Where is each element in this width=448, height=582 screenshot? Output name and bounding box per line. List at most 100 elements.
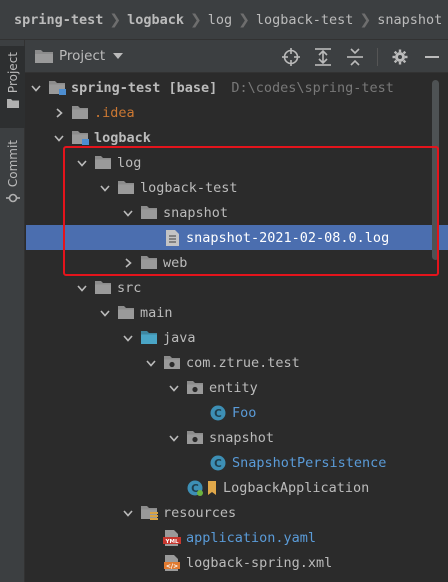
chevron-down-icon[interactable] (28, 80, 44, 96)
collapse-all-icon (347, 47, 363, 66)
chevron-right-icon[interactable] (51, 105, 67, 121)
chevron-down-icon[interactable] (143, 355, 159, 371)
tree-node-label: spring-test [base] (71, 79, 218, 96)
chevron-right-icon: ❯ (109, 11, 122, 28)
tree-node[interactable]: </> logback-spring.xml (26, 550, 448, 575)
folder-icon (6, 99, 19, 109)
spring-class-icon: C (186, 480, 218, 496)
chevron-down-icon[interactable] (120, 205, 136, 221)
breadcrumb: spring-test ❯ logback ❯ log ❯ logback-te… (0, 0, 448, 40)
tree-node-label: SnapshotPersistence (232, 454, 387, 471)
tree-node[interactable]: C Foo (26, 400, 448, 425)
left-tool-strip: Project Commit (0, 40, 25, 582)
chevron-down-icon[interactable] (74, 155, 90, 171)
chevron-right-icon: ❯ (238, 11, 250, 28)
expand-all-button[interactable] (307, 40, 339, 73)
chevron-down-icon[interactable] (97, 180, 113, 196)
package-icon (186, 430, 204, 446)
gear-icon (392, 49, 408, 64)
chevron-down-icon[interactable] (51, 130, 67, 146)
collapse-all-button[interactable] (339, 40, 371, 73)
chevron-right-icon: ❯ (359, 11, 372, 28)
tree-node[interactable]: C LogbackApplication (26, 475, 448, 500)
chevron-right-icon[interactable] (120, 255, 136, 271)
chevron-down-icon[interactable] (120, 505, 136, 521)
chevron-down-icon[interactable] (74, 280, 90, 296)
svg-text:C: C (214, 407, 222, 419)
tree-node-label: snapshot (209, 429, 275, 446)
tree-node-label: log (117, 154, 142, 171)
commit-tool-tab-label: Commit (5, 140, 20, 188)
xml-file-icon: </> (163, 554, 181, 571)
vertical-scrollbar[interactable] (432, 80, 439, 260)
breadcrumb-item-logback-test[interactable]: logback-test (256, 12, 354, 28)
module-folder-icon (71, 130, 89, 146)
project-folder-icon (35, 50, 53, 63)
tool-window-title: Project (59, 48, 106, 64)
tree-node-label: LogbackApplication (223, 479, 370, 496)
tree-node[interactable]: .idea (26, 100, 448, 125)
expand-all-icon (315, 47, 331, 66)
hide-button[interactable] (416, 40, 448, 73)
minimize-icon (425, 55, 439, 58)
tree-node-label: src (117, 279, 142, 296)
tree-node-label: application.yaml (186, 529, 317, 546)
chevron-down-icon[interactable] (166, 380, 182, 396)
tree-node[interactable]: snapshot (26, 425, 448, 450)
resources-folder-icon (140, 505, 158, 521)
tree-node[interactable]: entity (26, 375, 448, 400)
tree-node[interactable]: com.ztrue.test (26, 350, 448, 375)
select-opened-file-button[interactable] (275, 40, 307, 73)
folder-icon (117, 180, 135, 196)
svg-text:YML: YML (165, 539, 179, 545)
project-tool-window-header: Project (25, 40, 448, 73)
tree-node-label: entity (209, 379, 258, 396)
breadcrumb-item-spring-test[interactable]: spring-test (14, 12, 103, 28)
tree-node[interactable]: YML application.yaml (26, 525, 448, 550)
tree-node-label: resources (163, 504, 237, 521)
tree-node[interactable]: src (26, 275, 448, 300)
tree-node-label: Foo (232, 404, 257, 421)
commit-tool-tab[interactable]: Commit (0, 140, 25, 210)
options-button[interactable] (384, 40, 416, 73)
tree-node[interactable]: resources (26, 500, 448, 525)
chevron-down-icon[interactable] (166, 430, 182, 446)
folder-icon (71, 105, 89, 121)
tree-node[interactable]: java (26, 325, 448, 350)
breadcrumb-item-log[interactable]: log (208, 12, 232, 28)
crosshair-icon (282, 47, 300, 66)
folder-icon (140, 205, 158, 221)
package-icon (186, 380, 204, 396)
folder-icon (140, 255, 158, 271)
tree-node[interactable]: spring-test [base] D:\codes\spring-test (26, 75, 448, 100)
project-tree[interactable]: spring-test [base] D:\codes\spring-test .i… (26, 73, 448, 582)
chevron-down-icon[interactable] (97, 305, 113, 321)
tree-node[interactable]: logback (26, 125, 448, 150)
view-selector-dropdown[interactable] (113, 53, 124, 59)
project-tool-tab[interactable]: Project (0, 46, 25, 128)
breadcrumb-item-logback[interactable]: logback (127, 12, 184, 28)
tree-node-label: logback-spring.xml (186, 554, 333, 571)
tree-node-label: snapshot-2021-02-08.0.log (186, 229, 390, 246)
chevron-right-icon: ❯ (190, 11, 202, 28)
tree-node[interactable]: log (26, 150, 448, 175)
breadcrumb-item-snapshot[interactable]: snapshot (377, 12, 442, 28)
folder-icon (94, 155, 112, 171)
svg-text:</>: </> (166, 563, 178, 570)
tree-node-label: logback-test (140, 179, 238, 196)
tree-node[interactable]: main (26, 300, 448, 325)
tree-node[interactable]: snapshot (26, 200, 448, 225)
chevron-down-icon[interactable] (120, 330, 136, 346)
tree-node[interactable]: C SnapshotPersistence (26, 450, 448, 475)
tree-node[interactable]: logback-test (26, 175, 448, 200)
tree-node[interactable]: snapshot-2021-02-08.0.log (26, 225, 448, 250)
tree-node-label: com.ztrue.test (186, 354, 300, 371)
tree-node-label: .idea (94, 104, 135, 121)
folder-icon (117, 305, 135, 321)
toolbar-divider (377, 47, 378, 66)
tree-node[interactable]: web (26, 250, 448, 275)
